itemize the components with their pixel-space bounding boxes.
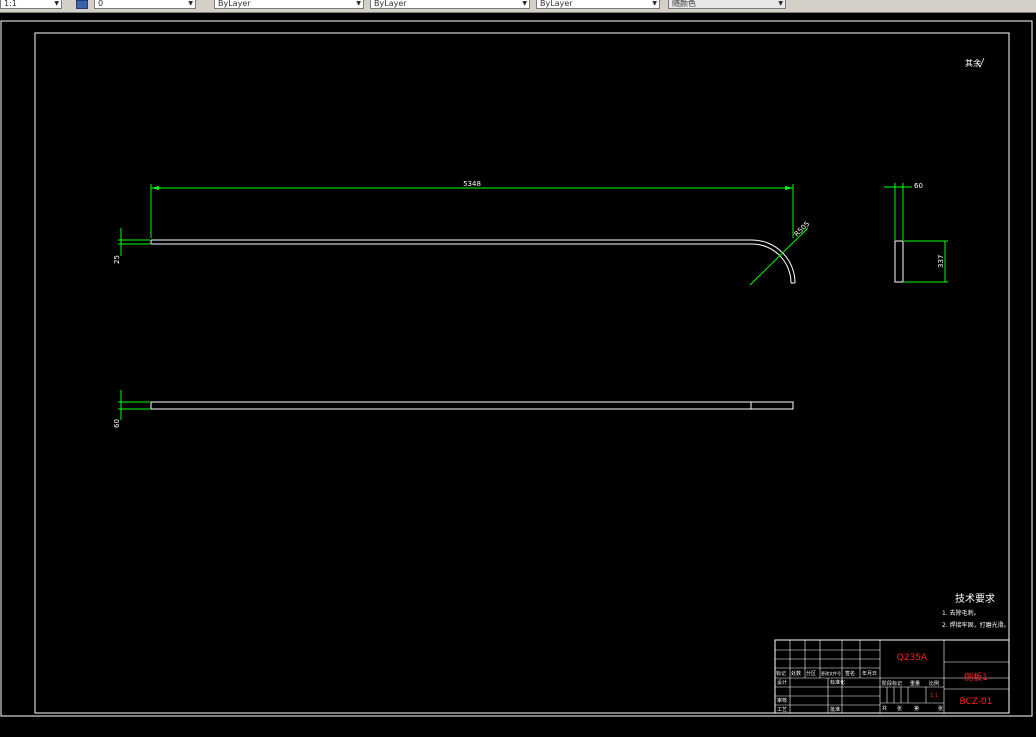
row-label: 审核 [777, 697, 787, 704]
drawing-number-text: BCZ-01 [959, 697, 992, 707]
thickness-top-dimension[interactable]: 25 [113, 228, 150, 264]
sheet-text: 共 [882, 705, 887, 712]
tech-requirement-item: 1. 去除毛刺。 [942, 609, 980, 617]
col-header: 处数 [791, 670, 801, 677]
part-name-text: 侧板1 [964, 671, 988, 683]
stage-header: 重量 [910, 680, 920, 687]
outer-frame [0, 20, 1033, 717]
tech-requirement-item: 2. 焊接牢固，打磨光滑。 [942, 621, 1010, 629]
thickness-bottom-dimension[interactable]: 60 [113, 390, 150, 428]
plan-view-outline [150, 401, 794, 410]
stage-header: 比例 [929, 680, 939, 687]
thickness-top-dim-text: 25 [113, 255, 121, 264]
plotstyle-combo[interactable]: 随颜色 ▼ [668, 0, 786, 9]
inner-frame [34, 32, 1010, 714]
plan-view[interactable] [150, 401, 794, 410]
length-dim-text: 5348 [463, 180, 481, 188]
row-label: 工艺 [777, 707, 787, 713]
layer-combo-value: 0 [98, 0, 104, 8]
chevron-down-icon: ▼ [188, 0, 193, 7]
material-text: Q235A [897, 653, 928, 663]
layer-combo[interactable]: 0 ▼ [94, 0, 196, 9]
col-header: 更改文件号 [821, 670, 841, 676]
height-side-dimension[interactable]: 337 [904, 240, 948, 283]
roughness-note: 其余 [965, 58, 981, 68]
lineweight-combo[interactable]: ByLayer ▼ [536, 0, 660, 9]
scale-value: 1:1 [930, 693, 938, 699]
chevron-down-icon: ▼ [356, 0, 361, 7]
color-combo[interactable]: ByLayer ▼ [214, 0, 364, 9]
thickness-bottom-dim-text: 60 [113, 419, 121, 428]
width-side-dimension[interactable]: 60 [884, 182, 923, 240]
mid-label: 批准 [830, 706, 840, 713]
tech-requirements: 技术要求 1. 去除毛刺。 2. 焊接牢固，打磨光滑。 [942, 592, 1010, 629]
arrow-left-icon [151, 186, 159, 190]
tech-requirements-title: 技术要求 [955, 592, 995, 605]
col-header: 分区 [806, 670, 816, 677]
sheet-text: 张 [897, 705, 902, 712]
sheet-text: 第 [914, 705, 919, 712]
col-header: 标记 [776, 670, 786, 677]
side-view[interactable] [894, 240, 904, 283]
row-label: 设计 [777, 679, 787, 686]
sheet-text: 张 [938, 705, 943, 712]
lineweight-combo-value: ByLayer [540, 0, 573, 8]
chevron-down-icon: ▼ [54, 0, 59, 7]
chevron-down-icon: ▼ [652, 0, 657, 7]
chevron-down-icon: ▼ [522, 0, 527, 7]
chevron-down-icon: ▼ [778, 0, 783, 7]
front-view[interactable] [150, 239, 796, 284]
col-header: 签名 [845, 670, 855, 677]
stage-header: 阶段标记 [882, 680, 902, 687]
height-side-dim-text: 337 [937, 255, 945, 268]
arrow-right-icon [785, 186, 793, 190]
radius-dim-text: R505 [793, 220, 812, 239]
width-side-dim-text: 60 [914, 182, 923, 190]
color-combo-value: ByLayer [218, 0, 251, 8]
col-header: 年月日 [862, 670, 877, 677]
radius-dimension[interactable]: R505 [749, 220, 812, 286]
scale-combo[interactable]: 1:1 ▼ [0, 0, 62, 9]
side-view-outline [894, 240, 904, 283]
layer-icon[interactable] [76, 0, 88, 9]
scale-combo-value: 1:1 [4, 0, 17, 8]
cad-drawing-canvas[interactable]: 其余 5348 R505 25 60 337 60 技术要求 1. 去除毛刺。 … [0, 12, 1036, 737]
title-block[interactable]: 标记 处数 分区 更改文件号 签名 年月日 设计 审核 工艺 标准化 批准 阶段… [774, 639, 1010, 714]
plotstyle-combo-value: 随颜色 [672, 0, 696, 8]
length-dimension[interactable]: 5348 [150, 180, 794, 238]
linetype-combo-value: ByLayer [374, 0, 407, 8]
mid-label: 标准化 [830, 679, 845, 686]
linetype-combo[interactable]: ByLayer ▼ [370, 0, 530, 9]
